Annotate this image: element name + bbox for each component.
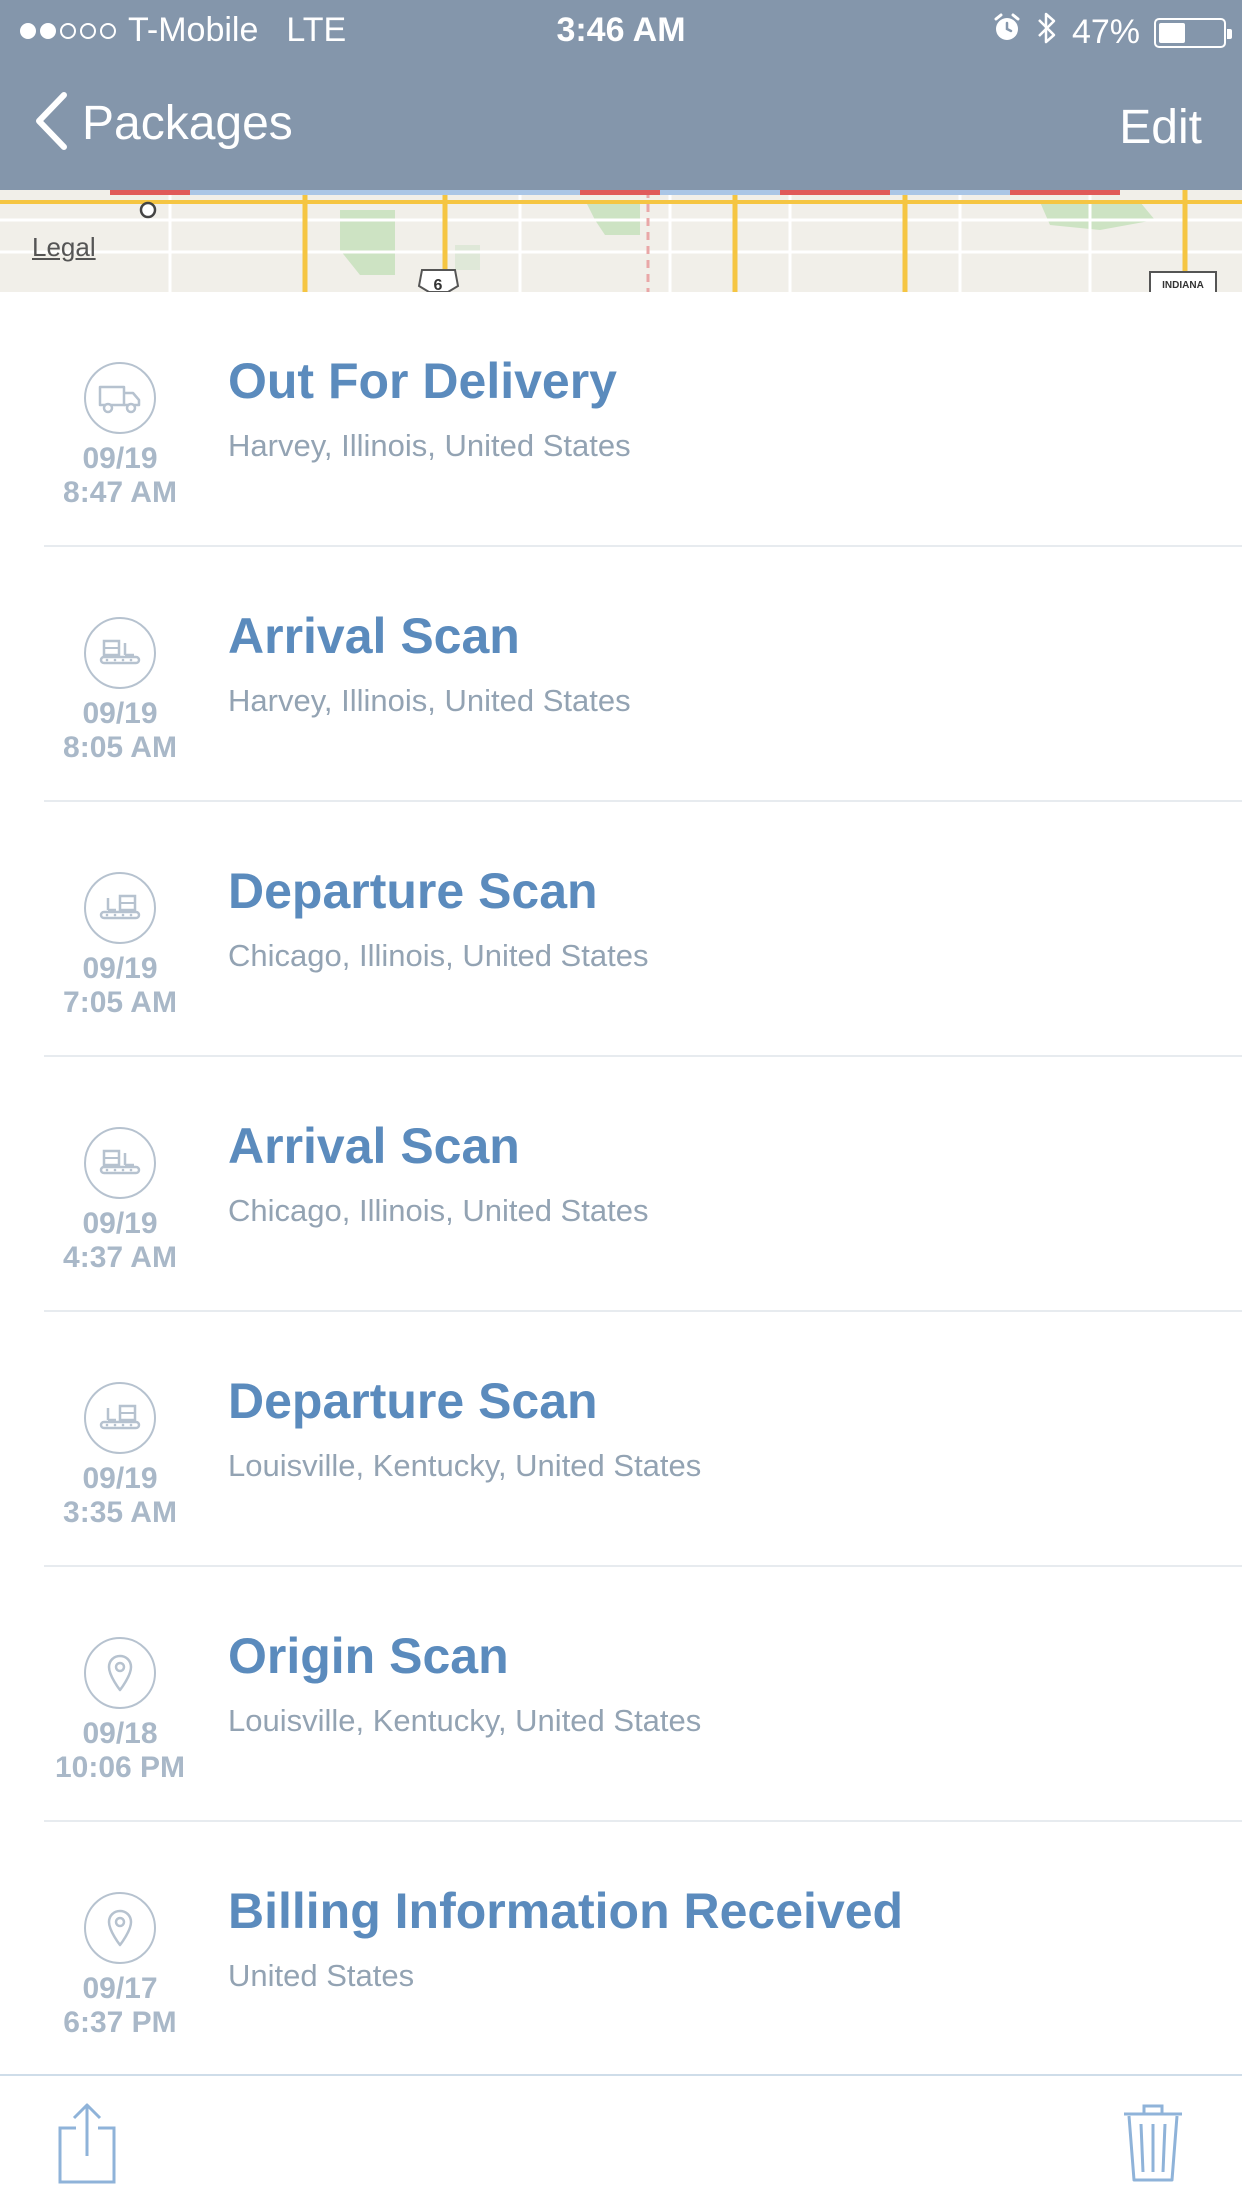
warehouse-departure-icon (99, 894, 141, 920)
event-icon-circle (84, 1637, 156, 1709)
event-icon-circle (84, 362, 156, 434)
map-graphic: 6 INDIANA (0, 190, 1242, 292)
event-location: Louisville, Kentucky, United States (228, 1448, 702, 1483)
event-date: 09/17 (82, 1972, 158, 2005)
warehouse-departure-icon (99, 1404, 141, 1430)
event-time: 6:37 PM (63, 2006, 177, 2039)
event-icon-circle (84, 1127, 156, 1199)
status-bar: T-Mobile LTE 3:46 AM 47% (0, 0, 1242, 62)
chevron-left-icon (34, 92, 68, 155)
event-date: 09/19 (82, 442, 158, 475)
event-icon-circle (84, 872, 156, 944)
edit-button[interactable]: Edit (1119, 100, 1202, 155)
event-date: 09/19 (82, 1462, 158, 1495)
tracking-event-row[interactable]: 09/18 10:06 PM Origin Scan Louisville, K… (0, 1567, 1242, 1822)
event-icon-circle (84, 1382, 156, 1454)
battery-percent: 47% (1071, 13, 1140, 51)
event-icon-circle (84, 617, 156, 689)
event-location: Chicago, Illinois, United States (228, 1193, 649, 1228)
event-title: Origin Scan (228, 1628, 509, 1684)
trash-button[interactable] (1122, 2102, 1184, 2187)
event-location: Harvey, Illinois, United States (228, 683, 631, 718)
event-title: Out For Delivery (228, 353, 617, 409)
tracking-event-row[interactable]: 09/19 8:47 AM Out For Delivery Harvey, I… (0, 292, 1242, 547)
event-location: United States (228, 1958, 415, 1993)
battery-cap (1227, 28, 1232, 39)
event-date: 09/19 (82, 697, 158, 730)
tracking-event-row[interactable]: 09/19 4:37 AM Arrival Scan Chicago, Illi… (0, 1057, 1242, 1312)
event-title: Departure Scan (228, 863, 598, 919)
back-button[interactable]: Packages (34, 92, 293, 155)
event-date: 09/18 (82, 1717, 158, 1750)
event-time: 4:37 AM (63, 1241, 177, 1274)
battery-level (1159, 22, 1185, 43)
status-right: 47% (992, 11, 1232, 54)
share-icon (56, 2103, 118, 2188)
event-time: 7:05 AM (63, 986, 177, 1019)
map-state-sign-label: INDIANA (1162, 280, 1204, 291)
map-shield-label: 6 (434, 277, 443, 292)
battery-icon (1154, 17, 1232, 48)
event-date: 09/19 (82, 1207, 158, 1240)
event-time: 10:06 PM (54, 1751, 186, 1784)
tracking-event-row[interactable]: 09/17 6:37 PM Billing Information Receiv… (0, 1822, 1242, 2079)
map-view[interactable]: 6 INDIANA Legal (0, 190, 1242, 292)
event-title: Billing Information Received (228, 1883, 904, 1939)
tracking-event-row[interactable]: 09/19 3:35 AM Departure Scan Louisville,… (0, 1312, 1242, 1567)
event-location: Louisville, Kentucky, United States (228, 1703, 702, 1738)
tracking-event-row[interactable]: 09/19 8:05 AM Arrival Scan Harvey, Illin… (0, 547, 1242, 802)
map-legal-link[interactable]: Legal (32, 232, 96, 263)
nav-bar: Packages Edit (0, 62, 1242, 190)
event-time: 8:47 AM (63, 476, 177, 509)
share-button[interactable] (56, 2102, 118, 2189)
warehouse-arrival-icon (99, 1149, 141, 1175)
event-title: Departure Scan (228, 1373, 598, 1429)
event-date: 09/19 (82, 952, 158, 985)
event-location: Harvey, Illinois, United States (228, 428, 631, 463)
location-pin-icon (107, 1654, 133, 1692)
event-title: Arrival Scan (228, 608, 520, 664)
event-time: 3:35 AM (63, 1496, 177, 1529)
tracking-event-row[interactable]: 09/19 7:05 AM Departure Scan Chicago, Il… (0, 802, 1242, 1057)
back-button-label: Packages (82, 97, 293, 150)
bottom-toolbar (0, 2074, 1242, 2208)
top-header: T-Mobile LTE 3:46 AM 47% Packages Edit (0, 0, 1242, 190)
trash-icon (1122, 2104, 1184, 2186)
event-title: Arrival Scan (228, 1118, 520, 1174)
truck-icon (98, 385, 141, 414)
event-icon-circle (84, 1892, 156, 1964)
alarm-icon (992, 13, 1022, 52)
event-time: 8:05 AM (63, 731, 177, 764)
tracking-timeline: 09/19 8:47 AM Out For Delivery Harvey, I… (0, 292, 1242, 2079)
warehouse-arrival-icon (99, 639, 141, 665)
bluetooth-icon (1036, 11, 1058, 54)
location-pin-icon (107, 1909, 133, 1947)
event-location: Chicago, Illinois, United States (228, 938, 649, 973)
